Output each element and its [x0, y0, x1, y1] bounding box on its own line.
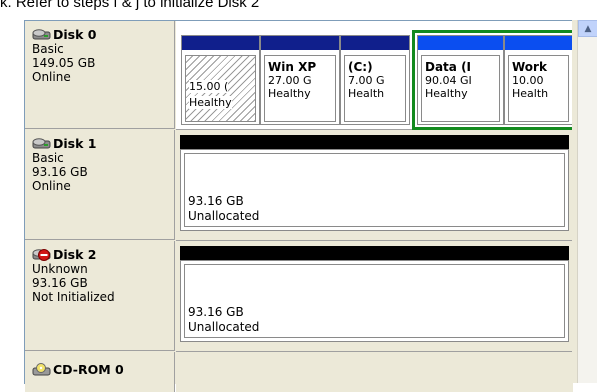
disk-name: Disk 1 [53, 136, 97, 151]
partition-win-xp[interactable]: Win XP 27.00 G Healthy [260, 35, 340, 125]
disk-name: Disk 2 [53, 247, 97, 262]
unallocated-region[interactable]: 93.16 GB Unallocated [180, 149, 569, 231]
unallocated-label: Unallocated [188, 320, 260, 334]
disk-1-partitions: 93.16 GB Unallocated [176, 130, 573, 241]
disk-status: Not Initialized [32, 290, 115, 304]
disk-size: 93.16 GB [32, 165, 88, 179]
disk-icon [32, 28, 52, 41]
disk-name: Disk 0 [53, 27, 97, 42]
disk-0-label[interactable]: Disk 0 Basic 149.05 GB Online [25, 21, 175, 129]
partition-status: Health [348, 87, 385, 100]
disk-type: Unknown [32, 262, 88, 276]
disk-icon [32, 137, 52, 150]
partition-header [261, 36, 339, 50]
disk-type: Basic [32, 42, 64, 56]
disk-1-label[interactable]: Disk 1 Basic 93.16 GB Online [25, 130, 175, 240]
partition-status: Healthy [268, 87, 311, 100]
disk-2-label[interactable]: Disk 2 Unknown 93.16 GB Not Initialized [25, 241, 175, 351]
highlight-box [412, 30, 578, 130]
unallocated-header [180, 246, 569, 260]
unallocated-header [180, 135, 569, 149]
chevron-up-icon: ▲ [584, 23, 592, 34]
disk-name: CD-ROM 0 [53, 362, 124, 377]
partition-title: Win XP [268, 60, 317, 74]
unallocated-size: 93.16 GB [188, 194, 244, 208]
cdrom-0-label[interactable]: CD-ROM 0 [25, 352, 175, 392]
disk-0-partitions: 15.00 ( Healthy Win XP 27.00 G Healthy (… [176, 21, 578, 130]
scroll-up-button[interactable]: ▲ [578, 20, 597, 37]
disk-status: Online [32, 179, 71, 193]
partition-1[interactable]: 15.00 ( Healthy [181, 35, 260, 125]
disk-size: 149.05 GB [32, 56, 96, 70]
unallocated-label: Unallocated [188, 209, 260, 223]
disk-management-graphical-view: Disk 0 Basic 149.05 GB Online 15.00 ( He… [24, 20, 578, 392]
partition-size: 7.00 G [348, 74, 385, 87]
partition-title: (C:) [348, 60, 373, 74]
partition-c[interactable]: (C:) 7.00 G Health [340, 35, 410, 125]
partition-header [341, 36, 409, 50]
partition-size: 15.00 ( [189, 80, 229, 93]
disk-status: Online [32, 70, 71, 84]
disk-error-icon [32, 248, 52, 261]
unallocated-region[interactable]: 93.16 GB Unallocated [180, 260, 569, 342]
disk-2-partitions: 93.16 GB Unallocated [176, 241, 573, 352]
cdrom-0-partitions [176, 352, 573, 392]
partition-header [182, 36, 259, 50]
vertical-scrollbar[interactable]: ▲ [577, 20, 597, 383]
disk-size: 93.16 GB [32, 276, 88, 290]
instruction-caption: k. Refer to steps f & j to initialize Di… [0, 0, 260, 11]
partition-status: Healthy [189, 96, 232, 109]
unallocated-size: 93.16 GB [188, 305, 244, 319]
partition-size: 27.00 G [268, 74, 312, 87]
cdrom-icon [32, 363, 52, 376]
disk-type: Basic [32, 151, 64, 165]
